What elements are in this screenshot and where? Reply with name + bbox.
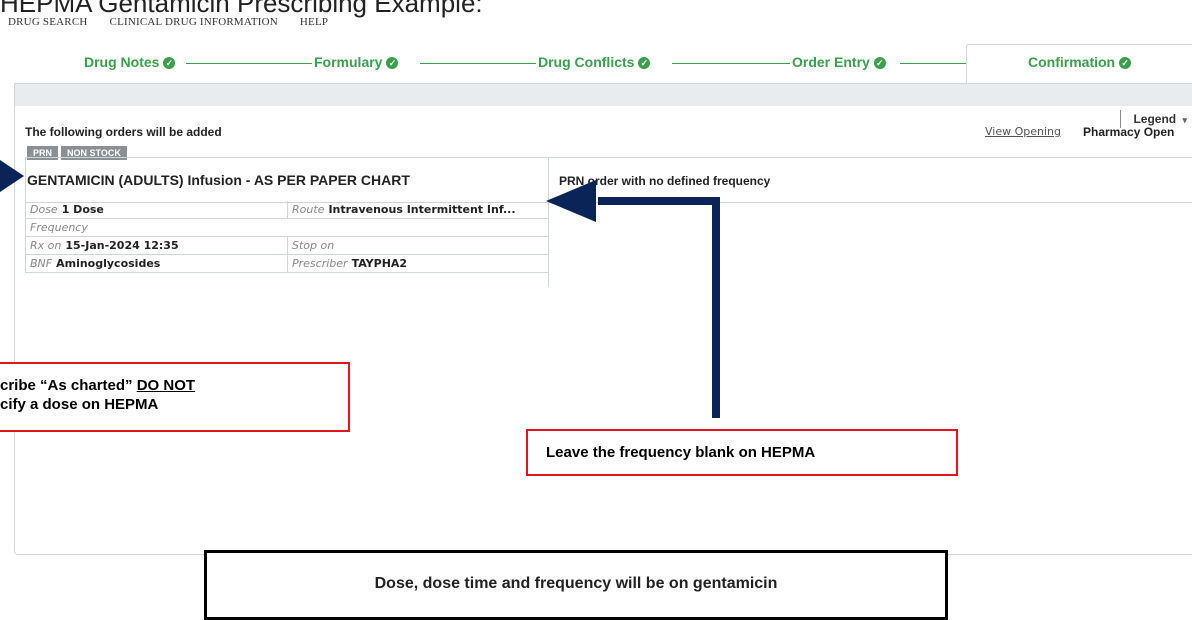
callout-do-not: DO NOT — [136, 377, 196, 394]
left-pointer-arrow-icon — [0, 160, 24, 192]
frequency-callout: Leave the frequency blank on HEPMA — [526, 429, 958, 476]
annotation-arrows — [0, 160, 720, 418]
as-charted-callout: cribe “As charted” DO NOT cify a dose on… — [0, 362, 350, 432]
callout-text-line2: cify a dose on HEPMA — [0, 396, 159, 413]
callout-text: cribe “As charted” — [0, 377, 137, 394]
frequency-arrow-head-icon — [546, 180, 596, 222]
bottom-callout: Dose, dose time and frequency will be on… — [204, 550, 948, 620]
frequency-arrow-shaft — [598, 197, 720, 418]
